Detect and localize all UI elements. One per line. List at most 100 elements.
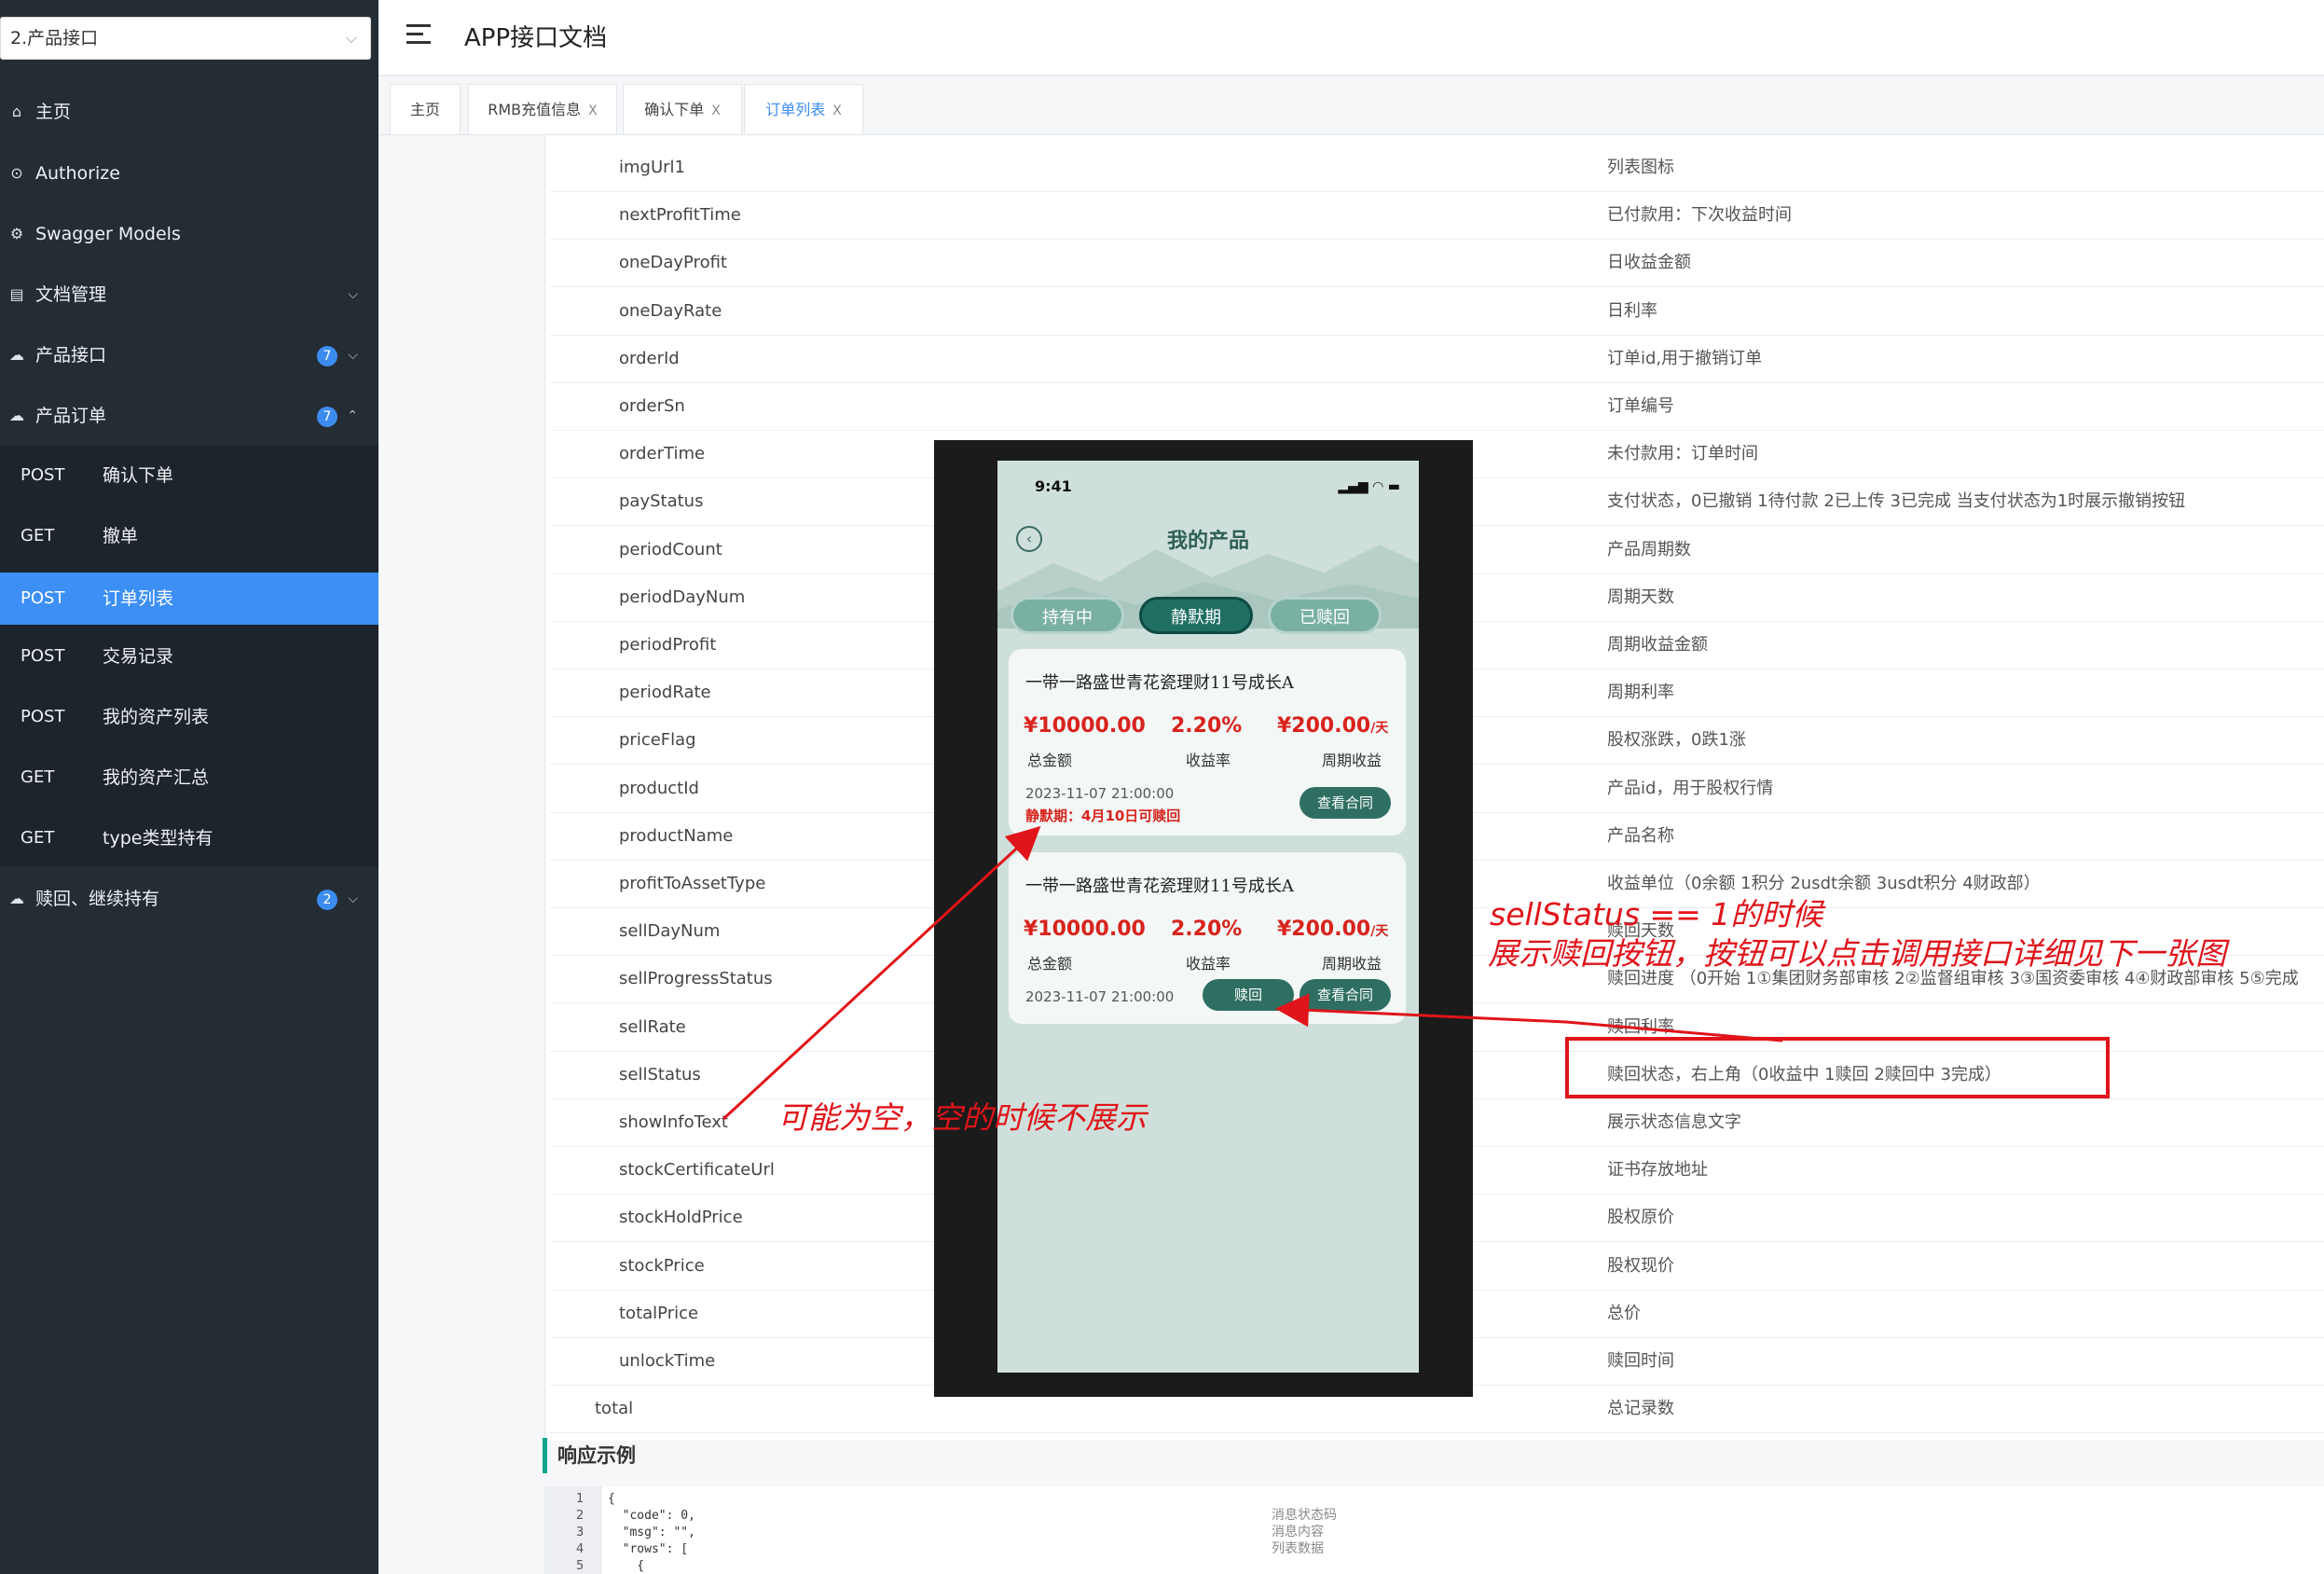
submenu-label: 我的资产汇总 (103, 767, 210, 788)
submenu-item-active[interactable]: POST 订单列表 (0, 573, 378, 625)
param-desc: 展示状态信息文字 (1607, 1112, 1741, 1132)
close-icon[interactable]: X (711, 104, 721, 118)
param-row: oneDayRate 日利率 (550, 287, 2324, 336)
param-desc: 证书存放地址 (1607, 1160, 1708, 1180)
code-comment: 列表数据 (1272, 1541, 1324, 1556)
amount-label: 总金额 (1027, 752, 1073, 769)
section-marker (543, 1438, 547, 1473)
param-name: sellStatus (619, 1065, 701, 1084)
submenu-item[interactable]: POST 我的资产列表 (0, 687, 378, 747)
count-badge: 2 (317, 890, 337, 910)
tab-holding[interactable]: 持有中 (1011, 597, 1124, 634)
param-name: orderTime (619, 444, 706, 463)
http-method: POST (21, 707, 65, 726)
product-name: 一带一路盛世青花瓷理财11号成长A (1025, 877, 1294, 896)
line-number: 2 (576, 1509, 584, 1523)
nav-product-order[interactable]: ☁ 产品订单 7 ⌃ (0, 386, 378, 446)
status-time: 9:41 (1035, 477, 1072, 495)
amount-value: ¥10000.00 (1024, 918, 1146, 941)
submenu-item[interactable]: GET 撤单 (0, 506, 378, 566)
param-name: nextProfitTime (619, 205, 741, 225)
nav-swagger-models[interactable]: ⚙ Swagger Models (0, 204, 378, 264)
nav-doc-manage[interactable]: ▤ 文档管理 ⌵ (0, 265, 378, 324)
http-method: GET (21, 767, 55, 787)
product-name: 一带一路盛世青花瓷理财11号成长A (1025, 673, 1294, 693)
tab-bar: 主页 RMB充值信息 X 确认下单 X 订单列表 X (378, 76, 2324, 135)
nav-authorize[interactable]: ⊙ Authorize (0, 144, 378, 203)
param-desc: 股权现价 (1607, 1256, 1674, 1276)
param-desc: 周期收益金额 (1607, 635, 1708, 655)
param-desc: 产品名称 (1607, 826, 1674, 846)
nav-label: Authorize (35, 163, 120, 184)
line-number: 4 (576, 1542, 584, 1556)
view-contract-button[interactable]: 查看合同 (1300, 979, 1391, 1011)
param-name: periodProfit (619, 635, 717, 655)
param-name: stockCertificateUrl (619, 1160, 775, 1180)
code-line: "rows": [ (608, 1542, 689, 1556)
param-name: showInfoText (619, 1112, 728, 1132)
code-gutter (544, 1486, 602, 1574)
home-icon: ⌂ (11, 103, 22, 120)
count-badge: 7 (317, 407, 337, 427)
param-row: nextProfitTime 已付款用：下次收益时间 (550, 191, 2324, 240)
param-name: oneDayRate (619, 301, 722, 321)
tab-label: 确认下单 (644, 101, 705, 118)
param-name: periodRate (619, 683, 711, 702)
submenu-item[interactable]: GET type类型持有 (0, 808, 378, 868)
tab-home[interactable]: 主页 (390, 84, 461, 134)
redeem-button[interactable]: 赎回 (1203, 979, 1294, 1011)
amount-value: ¥10000.00 (1024, 714, 1146, 738)
tab-label: 主页 (409, 101, 440, 118)
nav-redeem[interactable]: ☁ 赎回、继续持有 2 ⌵ (0, 869, 378, 929)
highlight-box (1565, 1037, 2110, 1098)
param-name: imgUrl1 (619, 158, 685, 177)
order-datetime: 2023-11-07 21:00:00 (1025, 785, 1175, 802)
tab-silent[interactable]: 静默期 (1139, 597, 1253, 634)
tab-confirm-order[interactable]: 确认下单 X (623, 84, 742, 134)
tab-rmb-recharge[interactable]: RMB充值信息 X (468, 84, 617, 134)
param-desc: 产品周期数 (1607, 540, 1691, 559)
param-desc: 总记录数 (1607, 1399, 1674, 1418)
param-row: oneDayProfit 日收益金额 (550, 239, 2324, 287)
line-number: 3 (576, 1526, 584, 1539)
param-name: sellProgressStatus (619, 969, 773, 988)
submenu-item[interactable]: GET 我的资产汇总 (0, 748, 378, 808)
annotation-sell-status: sellStatus == 1的时候 (1490, 896, 1823, 932)
submenu-item[interactable]: POST 交易记录 (0, 627, 378, 686)
response-example-title: 响应示例 (557, 1444, 636, 1467)
param-desc: 赎回时间 (1607, 1351, 1674, 1371)
http-method: POST (21, 465, 65, 485)
annotation-show-info: 可能为空，空的时候不展示 (777, 1099, 1147, 1136)
http-method: GET (21, 828, 55, 848)
submenu-label: type类型持有 (103, 828, 213, 849)
gear-icon: ⚙ (9, 225, 24, 242)
param-row: imgUrl1 列表图标 (550, 144, 2324, 192)
tab-order-list[interactable]: 订单列表 X (744, 84, 863, 134)
nav-label: 赎回、继续持有 (35, 889, 160, 909)
rate-label: 收益率 (1186, 752, 1231, 769)
nav-product-api[interactable]: ☁ 产品接口 7 ⌵ (0, 325, 378, 385)
close-icon[interactable]: X (588, 104, 598, 118)
group-select[interactable]: 2.产品接口 ⌵ (0, 17, 371, 60)
close-icon[interactable]: X (832, 104, 842, 118)
lock-icon: ⊙ (10, 164, 23, 182)
cloud-icon: ☁ (9, 890, 24, 907)
param-name: periodDayNum (619, 587, 746, 607)
tab-redeemed[interactable]: 已赎回 (1268, 597, 1382, 634)
param-desc: 产品id，用于股权行情 (1607, 779, 1774, 798)
param-desc: 列表图标 (1607, 158, 1674, 177)
amount-label: 总金额 (1027, 955, 1073, 973)
view-contract-button[interactable]: 查看合同 (1300, 787, 1391, 819)
nav-home[interactable]: ⌂ 主页 (0, 82, 378, 142)
annotation-redeem-button: 展示赎回按钮，按钮可以点击调用接口详细见下一张图 (1488, 935, 2226, 972)
code-block: 1 2 3 4 5 { "code": 0, "msg": "", "rows"… (544, 1486, 2324, 1574)
submenu-label: 我的资产列表 (103, 707, 210, 727)
phone-title: 我的产品 (1166, 529, 1249, 553)
phone-screen: 9:41 ▂▄▆ ◠ ▬ ‹ 我的产品 持有中 静默期 已赎回 一带一路盛世青花… (997, 461, 1419, 1373)
param-desc: 订单id,用于撤销订单 (1607, 349, 1763, 368)
submenu-item[interactable]: POST 确认下单 (0, 446, 378, 505)
code-comment: 消息状态码 (1272, 1508, 1337, 1523)
param-desc: 股权涨跌，0跌1涨 (1607, 730, 1746, 750)
menu-icon[interactable] (406, 24, 431, 48)
chevron-down-icon: ⌵ (348, 891, 358, 906)
